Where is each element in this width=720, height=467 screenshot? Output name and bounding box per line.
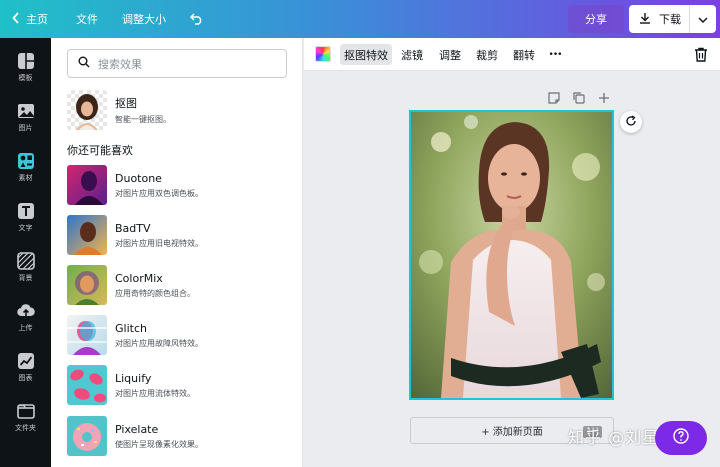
page-notes-icon[interactable] (547, 91, 561, 105)
background-icon (16, 251, 35, 270)
rail-label: 图片 (18, 123, 33, 132)
rail-item-templates[interactable]: 模板 (0, 42, 51, 92)
portrait-image (411, 112, 612, 398)
chevron-left-icon (12, 11, 20, 27)
home-button[interactable]: 主页 (0, 0, 62, 38)
image-icon (17, 103, 34, 118)
effects-panel: 搜索效果 抠图 智能一键抠图。 你还可能喜欢 Duotone 对图片应用双色调色… (51, 38, 303, 467)
effect-description: 应用奇特的颜色组合。 (115, 288, 195, 298)
undo-icon (190, 13, 204, 25)
download-options-button[interactable] (690, 5, 716, 33)
section-title: 你还可能喜欢 (67, 144, 133, 157)
search-input[interactable]: 搜索效果 (67, 49, 287, 78)
cutout-thumbnail (67, 90, 107, 130)
top-bar: 主页 文件 调整大小 分享 下载 (0, 0, 720, 38)
rail-label: 素材 (18, 173, 33, 182)
rail-label: 图表 (18, 373, 33, 382)
help-button[interactable] (655, 421, 707, 455)
rail-label: 模板 (18, 73, 33, 82)
effect-description: 智能一键抠图。 (115, 115, 171, 124)
rail-item-charts[interactable]: 图表 (0, 342, 51, 392)
rotate-icon (625, 114, 637, 130)
rail-label: 文字 (18, 223, 33, 232)
upload-icon (16, 303, 35, 317)
pixelate-thumbnail (67, 416, 107, 456)
effect-glitch[interactable]: Glitch 对图片应用故障风特效。 (67, 314, 287, 356)
tool-adjust[interactable]: 调整 (436, 44, 464, 65)
tool-filter[interactable]: 滤镜 (398, 44, 426, 65)
folder-icon (16, 403, 35, 419)
glitch-thumbnail (67, 315, 107, 355)
file-menu[interactable]: 文件 (62, 0, 112, 38)
selected-photo[interactable] (409, 110, 614, 400)
home-label: 主页 (26, 13, 48, 26)
effect-description: 对图片应用流体特效。 (115, 388, 195, 398)
effect-title: Liquify (115, 371, 152, 385)
trash-icon (694, 47, 708, 65)
rail-label: 背景 (18, 273, 33, 282)
search-icon (78, 56, 98, 71)
duplicate-page-icon[interactable] (572, 91, 586, 105)
effect-title: Pixelate (115, 422, 159, 436)
effect-pixelate[interactable]: Pixelate 使图片呈现像素化效果。 (67, 415, 287, 457)
effect-title: ColorMix (115, 271, 163, 285)
colormix-thumbnail (67, 265, 107, 305)
rail-item-text[interactable]: 文字 (0, 192, 51, 242)
rail-item-uploads[interactable]: 上传 (0, 292, 51, 342)
add-page-icon[interactable] (597, 91, 611, 105)
left-rail: 模板 图片 素材 文字 背景 上传 图表 文件夹 (0, 38, 51, 467)
effect-title: Duotone (115, 171, 162, 185)
effect-duotone[interactable]: Duotone 对图片应用双色调色板。 (67, 164, 287, 206)
tool-crop[interactable]: 裁剪 (473, 44, 501, 65)
resize-menu[interactable]: 调整大小 (112, 0, 176, 38)
effect-cutout[interactable]: 抠图 智能一键抠图。 (67, 89, 287, 131)
rail-item-folders[interactable]: 文件夹 (0, 392, 51, 442)
share-button[interactable]: 分享 (568, 5, 624, 33)
effect-title: 抠图 (115, 97, 137, 110)
rail-item-elements[interactable]: 素材 (0, 142, 51, 192)
color-picker-button[interactable] (315, 46, 331, 62)
rotate-button[interactable] (620, 111, 642, 133)
effect-description: 对图片应用故障风特效。 (115, 338, 203, 348)
undo-button[interactable] (176, 0, 216, 38)
rail-label: 上传 (18, 323, 33, 332)
effect-liquify[interactable]: Liquify 对图片应用流体特效。 (67, 364, 287, 406)
delete-button[interactable] (694, 47, 708, 65)
effect-title: BadTV (115, 221, 151, 235)
template-icon (17, 52, 34, 69)
download-button[interactable]: 下载 (629, 5, 716, 33)
text-icon (17, 202, 34, 219)
editor-toolbar: 抠图特效 滤镜 调整 裁剪 翻转 ••• (304, 38, 720, 71)
elements-icon (17, 152, 34, 169)
effect-title: Glitch (115, 321, 147, 335)
download-label: 下载 (659, 13, 681, 26)
duotone-thumbnail (67, 165, 107, 205)
liquify-thumbnail (67, 365, 107, 405)
effect-description: 对图片应用旧电视特效。 (115, 238, 203, 248)
search-placeholder: 搜索效果 (98, 57, 142, 71)
rail-item-background[interactable]: 背景 (0, 242, 51, 292)
badtv-thumbnail (67, 215, 107, 255)
more-options-button[interactable]: ••• (544, 44, 566, 65)
effect-badtv[interactable]: BadTV 对图片应用旧电视特效。 (67, 214, 287, 256)
effect-colormix[interactable]: ColorMix 应用奇特的颜色组合。 (67, 264, 287, 306)
chart-icon (17, 352, 34, 369)
download-icon (639, 12, 659, 27)
tool-effects[interactable]: 抠图特效 (340, 44, 392, 65)
download-main[interactable]: 下载 (629, 5, 689, 33)
rail-label: 文件夹 (15, 423, 36, 432)
effect-description: 对图片应用双色调色板。 (115, 188, 203, 198)
help-icon (673, 427, 689, 449)
chevron-down-icon (698, 13, 708, 26)
tool-flip[interactable]: 翻转 (510, 44, 538, 65)
rail-item-photos[interactable]: 图片 (0, 92, 51, 142)
effect-description: 使图片呈现像素化效果。 (115, 439, 203, 449)
